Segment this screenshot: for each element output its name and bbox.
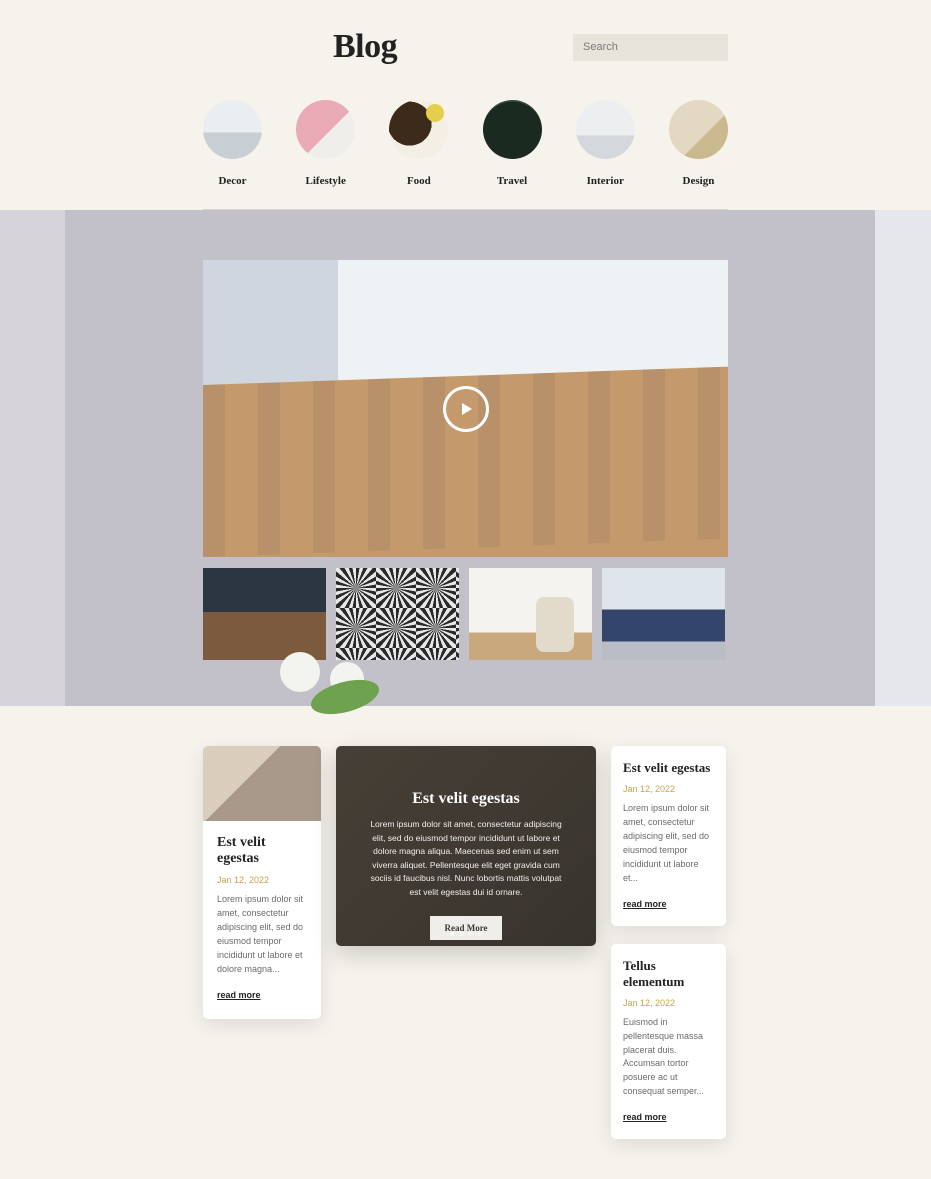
slider-dot[interactable] (460, 932, 464, 936)
category-label: Lifestyle (306, 175, 346, 187)
slider-dots (451, 932, 482, 936)
category-food[interactable]: Food (389, 100, 448, 187)
category-travel[interactable]: Travel (483, 100, 542, 187)
thumbnail[interactable] (203, 568, 326, 660)
read-more-link[interactable]: read more (217, 990, 261, 1000)
card-date: Jan 12, 2022 (623, 784, 714, 794)
card-date: Jan 12, 2022 (217, 875, 307, 885)
hero-section (0, 210, 931, 706)
thumbnail[interactable] (602, 568, 725, 660)
category-image (483, 100, 542, 159)
category-image (203, 100, 262, 159)
category-nav: Decor Lifestyle Food Travel Interior Des… (203, 84, 728, 210)
category-lifestyle[interactable]: Lifestyle (296, 100, 355, 187)
category-label: Interior (587, 175, 624, 187)
category-interior[interactable]: Interior (576, 100, 635, 187)
thumbnail[interactable] (336, 568, 459, 660)
category-decor[interactable]: Decor (203, 100, 262, 187)
card-excerpt: Euismod in pellentesque massa placerat d… (623, 1016, 714, 1100)
slider-dot[interactable] (451, 932, 455, 936)
blog-cards: Est velit egestas Jan 12, 2022 Lorem ips… (203, 746, 728, 1139)
category-image (576, 100, 635, 159)
category-label: Design (683, 175, 715, 187)
card-date: Jan 12, 2022 (623, 998, 714, 1008)
play-icon (443, 386, 489, 432)
featured-slide[interactable]: Est velit egestas Lorem ipsum dolor sit … (336, 746, 596, 946)
search-input[interactable] (573, 34, 728, 61)
video-thumbnails (203, 568, 728, 660)
card-title: Est velit egestas (217, 835, 307, 867)
hero-video[interactable] (203, 260, 728, 557)
feature-title: Est velit egestas (412, 790, 520, 808)
read-more-link[interactable]: read more (623, 899, 667, 909)
slider-dot[interactable] (469, 932, 473, 936)
blog-card[interactable]: Tellus elementum Jan 12, 2022 Euismod in… (611, 944, 726, 1140)
category-label: Travel (497, 175, 527, 187)
category-image (389, 100, 448, 159)
category-image (669, 100, 728, 159)
blog-card[interactable]: Est velit egestas Jan 12, 2022 Lorem ips… (203, 746, 321, 1019)
card-title: Tellus elementum (623, 958, 714, 990)
page-title: Blog (333, 28, 397, 66)
category-design[interactable]: Design (669, 100, 728, 187)
category-label: Food (407, 175, 431, 187)
card-image (203, 746, 321, 821)
category-image (296, 100, 355, 159)
thumbnail[interactable] (469, 568, 592, 660)
blog-card[interactable]: Est velit egestas Jan 12, 2022 Lorem ips… (611, 746, 726, 926)
card-excerpt: Lorem ipsum dolor sit amet, consectetur … (623, 802, 714, 886)
read-more-link[interactable]: read more (623, 1112, 667, 1122)
feature-excerpt: Lorem ipsum dolor sit amet, consectetur … (364, 818, 568, 900)
slider-dot[interactable] (478, 932, 482, 936)
decorative-flowers (260, 652, 440, 712)
card-excerpt: Lorem ipsum dolor sit amet, consectetur … (217, 893, 307, 977)
card-title: Est velit egestas (623, 760, 714, 776)
category-label: Decor (218, 175, 246, 187)
